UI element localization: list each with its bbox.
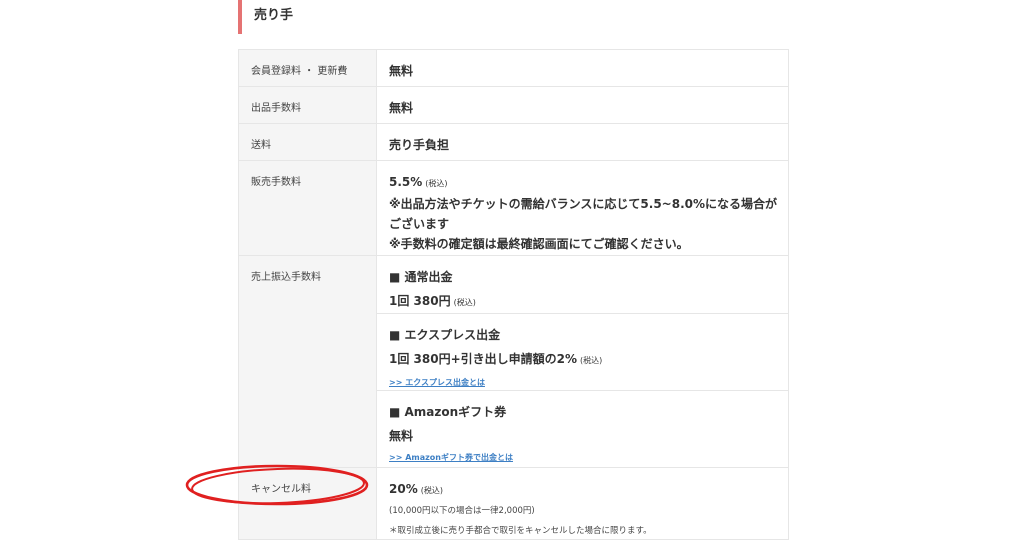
listing-fee-label: 出品手数料: [238, 86, 377, 124]
heading-text: ■ 通常出金: [389, 270, 453, 284]
cancel-fee-rate: 20%: [389, 482, 418, 496]
cancel-fee-value: 20% (税込) (10,000円以下の場合は一律2,000円) ＊取引成立後に売…: [376, 467, 789, 540]
express-withdrawal-heading: ■ エクスプレス出金: [389, 328, 501, 342]
cancel-fee-note: (10,000円以下の場合は一律2,000円): [389, 506, 535, 516]
table-row: 出品手数料 無料: [238, 86, 789, 124]
table-row: 売上振込手数料 ■ 通常出金 1回 380円 (税込): [238, 255, 789, 468]
fee-table: 会員登録料 ・ 更新費 無料 出品手数料 無料 送料 売り手負担 販売手数料 5…: [238, 49, 789, 540]
table-row: キャンセル料 20% (税込) (10,000円以下の場合は一律2,000円) ＊…: [238, 467, 789, 540]
sales-fee-value: 5.5% (税込) ※出品方法やチケットの需給バランスに応じて5.5~8.0%にな…: [376, 160, 789, 256]
transfer-fee-label: 売上振込手数料: [238, 255, 377, 468]
amazon-withdrawal-link[interactable]: >> Amazonギフト券で出金とは: [389, 452, 778, 464]
membership-fee-label: 会員登録料 ・ 更新費: [238, 49, 377, 87]
normal-withdrawal: ■ 通常出金 1回 380円 (税込): [376, 255, 789, 314]
tax-note: (税込): [580, 356, 603, 365]
sales-fee-label: 販売手数料: [238, 160, 377, 256]
section-title: 売り手: [238, 0, 788, 34]
shipping-value: 売り手負担: [376, 123, 789, 161]
tax-note: (税込): [453, 298, 476, 307]
sales-fee-note: ※出品方法やチケットの需給バランスに応じて5.5~8.0%になる場合が: [389, 197, 778, 211]
amazon-withdrawal: ■ Amazonギフト券 無料 >> Amazonギフト券で出金とは: [376, 390, 789, 468]
express-withdrawal: ■ エクスプレス出金 1回 380円+引き出し申請額の2% (税込) >> エクス…: [376, 313, 789, 391]
listing-fee-text: 無料: [389, 101, 414, 115]
express-withdrawal-price: 1回 380円+引き出し申請額の2%: [389, 352, 578, 366]
tax-note: (税込): [425, 179, 448, 188]
sales-fee-note: ございます: [389, 217, 450, 231]
membership-fee-text: 無料: [389, 64, 414, 78]
table-row: 販売手数料 5.5% (税込) ※出品方法やチケットの需給バランスに応じて5.5~…: [238, 160, 789, 256]
amazon-withdrawal-heading: ■ Amazonギフト券: [389, 405, 507, 419]
sales-fee-note: ※手数料の確定額は最終確認画面にてご確認ください。: [389, 237, 689, 251]
cancel-fee-label: キャンセル料: [238, 467, 377, 540]
express-withdrawal-link[interactable]: >> エクスプレス出金とは: [389, 377, 778, 389]
tax-note: (税込): [420, 486, 443, 495]
normal-withdrawal-heading: ■ 通常出金: [389, 267, 778, 287]
listing-fee-value: 無料: [376, 86, 789, 124]
sales-fee-rate: 5.5%: [389, 175, 423, 189]
table-row: 送料 売り手負担: [238, 123, 789, 161]
amazon-withdrawal-price: 無料: [389, 429, 414, 443]
normal-withdrawal-price: 1回 380円: [389, 294, 451, 308]
shipping-label: 送料: [238, 123, 377, 161]
shipping-text: 売り手負担: [389, 138, 450, 152]
table-row: 会員登録料 ・ 更新費 無料: [238, 49, 789, 87]
cancel-fee-note: ＊取引成立後に売り手都合で取引をキャンセルした場合に限ります。: [389, 526, 652, 536]
membership-fee-value: 無料: [376, 49, 789, 87]
